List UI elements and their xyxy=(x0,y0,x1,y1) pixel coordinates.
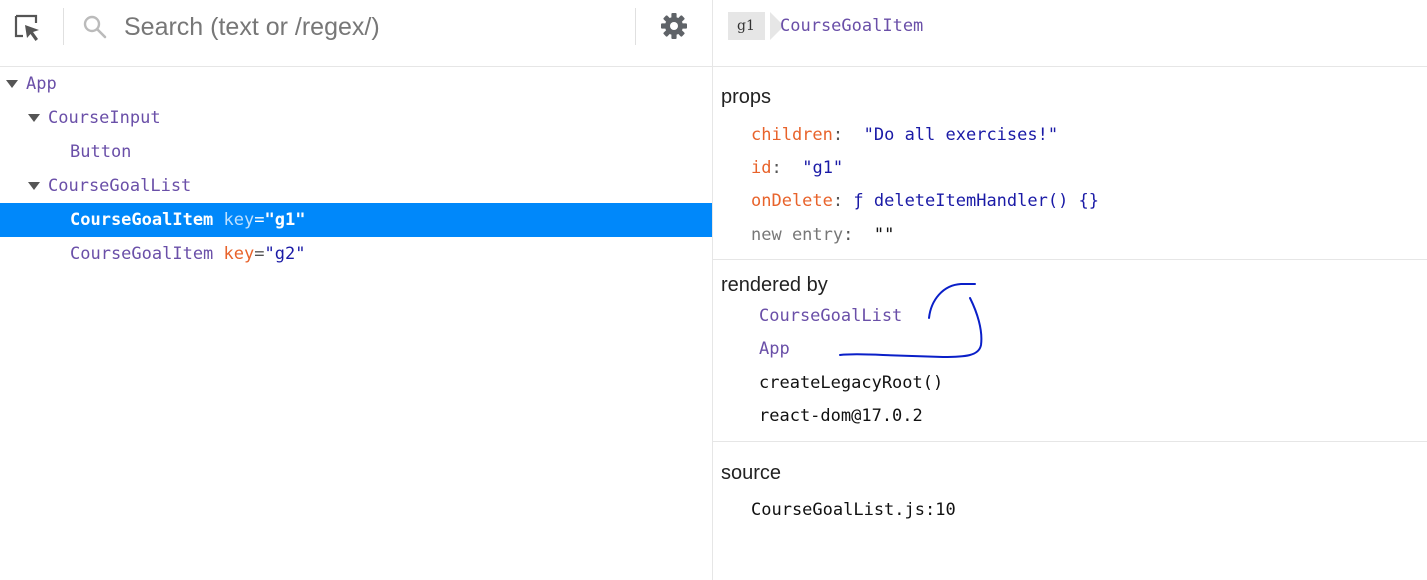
tree-item-button[interactable]: Button xyxy=(0,135,712,169)
tree-item-label: App xyxy=(26,74,57,94)
tree-item-label: CourseInput xyxy=(48,108,161,128)
key-value: "g2" xyxy=(264,244,306,264)
source-location[interactable]: CourseGoalList.js:10 xyxy=(751,500,956,520)
gear-icon xyxy=(661,13,687,39)
new-entry-row[interactable]: new entry: "" xyxy=(751,225,894,245)
select-element-button[interactable] xyxy=(12,12,44,44)
new-entry-key[interactable]: new entry xyxy=(751,225,843,245)
prop-row-id[interactable]: id: "g1" xyxy=(751,158,843,178)
prop-row-children[interactable]: children: "Do all exercises!" xyxy=(751,125,1058,145)
inspector-header: g1 CourseGoalItem xyxy=(713,0,1427,67)
key-label: key xyxy=(223,210,255,230)
source-section-title: source xyxy=(721,462,782,484)
component-tree: App CourseInput Button CourseGoalList Co… xyxy=(0,67,712,271)
key-label: key xyxy=(223,244,255,264)
inspect-cursor-icon xyxy=(14,14,39,41)
tree-item-coursegoallist[interactable]: CourseGoalList xyxy=(0,169,712,203)
props-section-title: props xyxy=(721,86,772,108)
section-divider xyxy=(713,259,1427,260)
component-name: CourseGoalItem xyxy=(70,210,214,230)
prop-value[interactable]: "g1" xyxy=(802,158,843,178)
prop-colon: : xyxy=(832,191,844,211)
key-value: "g1" xyxy=(264,210,306,230)
prop-colon: : xyxy=(771,158,782,178)
owner-react-dom: react-dom@17.0.2 xyxy=(759,406,923,426)
prop-key: id xyxy=(751,158,772,178)
tree-item-label: CourseGoalList xyxy=(48,176,192,196)
search-input[interactable] xyxy=(124,8,624,46)
tree-item-coursegoalitem-g2[interactable]: CourseGoalItem key="g2" xyxy=(0,237,712,271)
key-equals: = xyxy=(254,210,265,230)
expand-arrow-icon[interactable] xyxy=(28,182,40,190)
tree-item-label: CourseGoalItem key="g2" xyxy=(70,237,305,271)
tree-item-app[interactable]: App xyxy=(0,67,712,101)
prop-key: onDelete xyxy=(751,191,833,211)
expand-arrow-icon[interactable] xyxy=(28,114,40,122)
section-divider xyxy=(713,441,1427,442)
prop-value: ƒ deleteItemHandler() {} xyxy=(853,191,1100,211)
selected-component-title: CourseGoalItem xyxy=(780,16,924,36)
tree-toolbar xyxy=(0,0,712,67)
search-icon xyxy=(82,14,108,40)
tree-item-label: Button xyxy=(70,142,132,162)
owner-create-legacy-root: createLegacyRoot() xyxy=(759,373,944,393)
toolbar-divider xyxy=(63,8,64,45)
component-tree-panel: App CourseInput Button CourseGoalList Co… xyxy=(0,0,712,580)
key-equals: = xyxy=(254,244,265,264)
inspector-panel: g1 CourseGoalItem props children: "Do al… xyxy=(713,0,1427,580)
settings-button[interactable] xyxy=(659,11,689,41)
tree-item-label: CourseGoalItem key="g1" xyxy=(70,203,305,237)
tree-item-coursegoalitem-g1[interactable]: CourseGoalItem key="g1" xyxy=(0,203,712,237)
new-entry-value[interactable]: "" xyxy=(874,225,894,245)
key-badge: g1 xyxy=(728,12,765,40)
owner-coursegoallist[interactable]: CourseGoalList xyxy=(759,306,902,326)
expand-arrow-icon[interactable] xyxy=(6,80,18,88)
prop-value[interactable]: "Do all exercises!" xyxy=(864,125,1058,145)
tree-item-courseinput[interactable]: CourseInput xyxy=(0,101,712,135)
owner-app[interactable]: App xyxy=(759,339,790,359)
prop-row-ondelete[interactable]: onDelete: ƒ deleteItemHandler() {} xyxy=(751,191,1099,211)
prop-key: children xyxy=(751,125,833,145)
component-name: CourseGoalItem xyxy=(70,244,214,264)
prop-colon: : xyxy=(843,225,854,245)
rendered-by-section-title: rendered by xyxy=(721,274,828,296)
prop-colon: : xyxy=(832,125,844,145)
toolbar-divider xyxy=(635,8,636,45)
